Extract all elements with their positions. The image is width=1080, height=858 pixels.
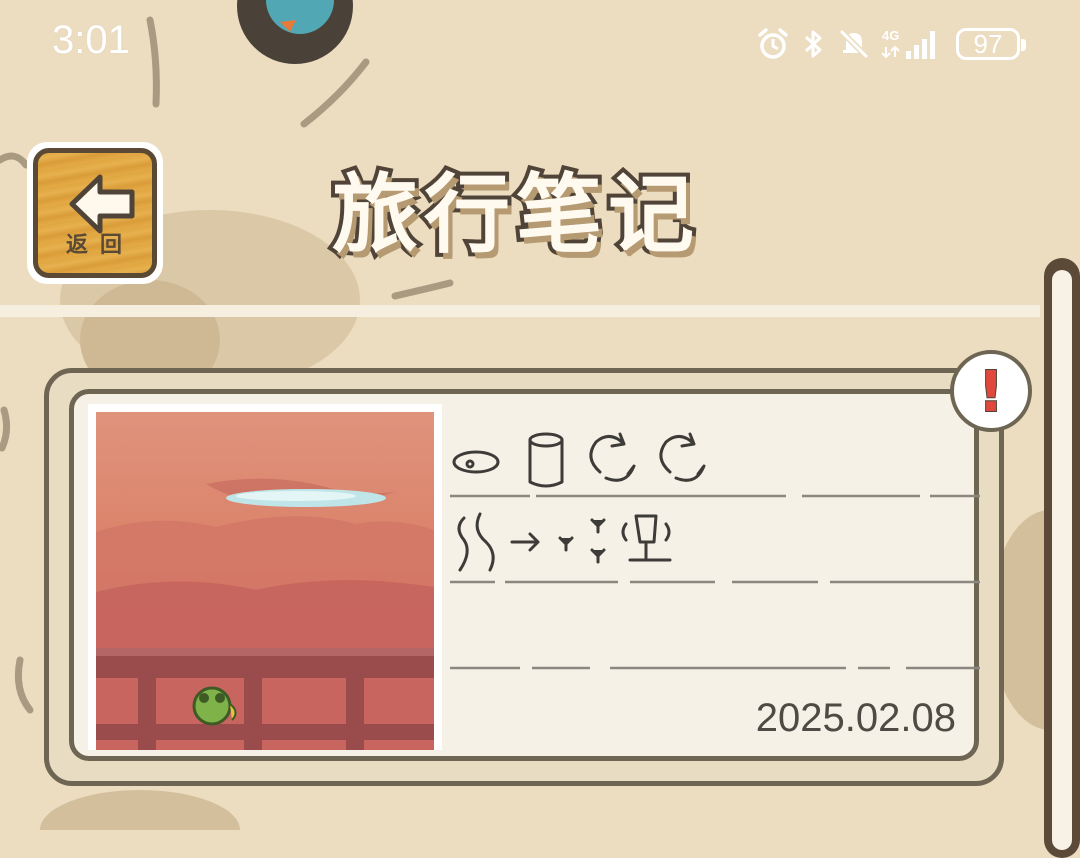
alarm-icon (758, 28, 788, 59)
scribble-icon-cup (528, 432, 564, 488)
travel-note-card[interactable]: 2025.02.08 (44, 368, 1004, 786)
back-button-label: 返回 (65, 233, 134, 258)
handwritten-notes (450, 432, 980, 670)
alert-badge[interactable]: ! (950, 350, 1032, 432)
status-bar: 3:01 4G 97 (0, 0, 1080, 86)
scribble-icon-road (457, 512, 495, 572)
network-type-label: 4G (882, 28, 899, 43)
back-button-wood-panel: 返回 (33, 148, 157, 278)
travel-photo-frame[interactable] (88, 404, 442, 750)
bluetooth-icon (804, 30, 822, 58)
scribble-icon-cycle-2 (659, 432, 706, 482)
battery-indicator: 97 (956, 28, 1026, 60)
page-title: 旅行笔记 (328, 161, 700, 269)
back-arrow-icon (69, 174, 135, 234)
scrollbar-thumb[interactable] (1052, 270, 1072, 850)
header-divider (0, 305, 1040, 317)
travel-note-inner: 2025.02.08 (69, 389, 980, 761)
exclamation-icon: ! (977, 359, 1005, 426)
scribble-icon-cycle (589, 432, 636, 482)
status-time: 3:01 (52, 18, 130, 62)
scribble-icon-arrow (510, 532, 540, 552)
mute-bell-icon (838, 28, 870, 60)
scrollbar[interactable] (1044, 258, 1080, 858)
scribble-icon-ring (452, 450, 500, 474)
travel-photo (96, 412, 434, 750)
scribble-icon-footprints (558, 518, 606, 564)
signal-4g-icon: 4G (882, 28, 935, 59)
status-icons: 4G 97 (756, 24, 1026, 64)
note-date: 2025.02.08 (755, 696, 956, 740)
back-button[interactable]: 返回 (27, 142, 163, 284)
scribble-icon-sign (621, 514, 672, 562)
